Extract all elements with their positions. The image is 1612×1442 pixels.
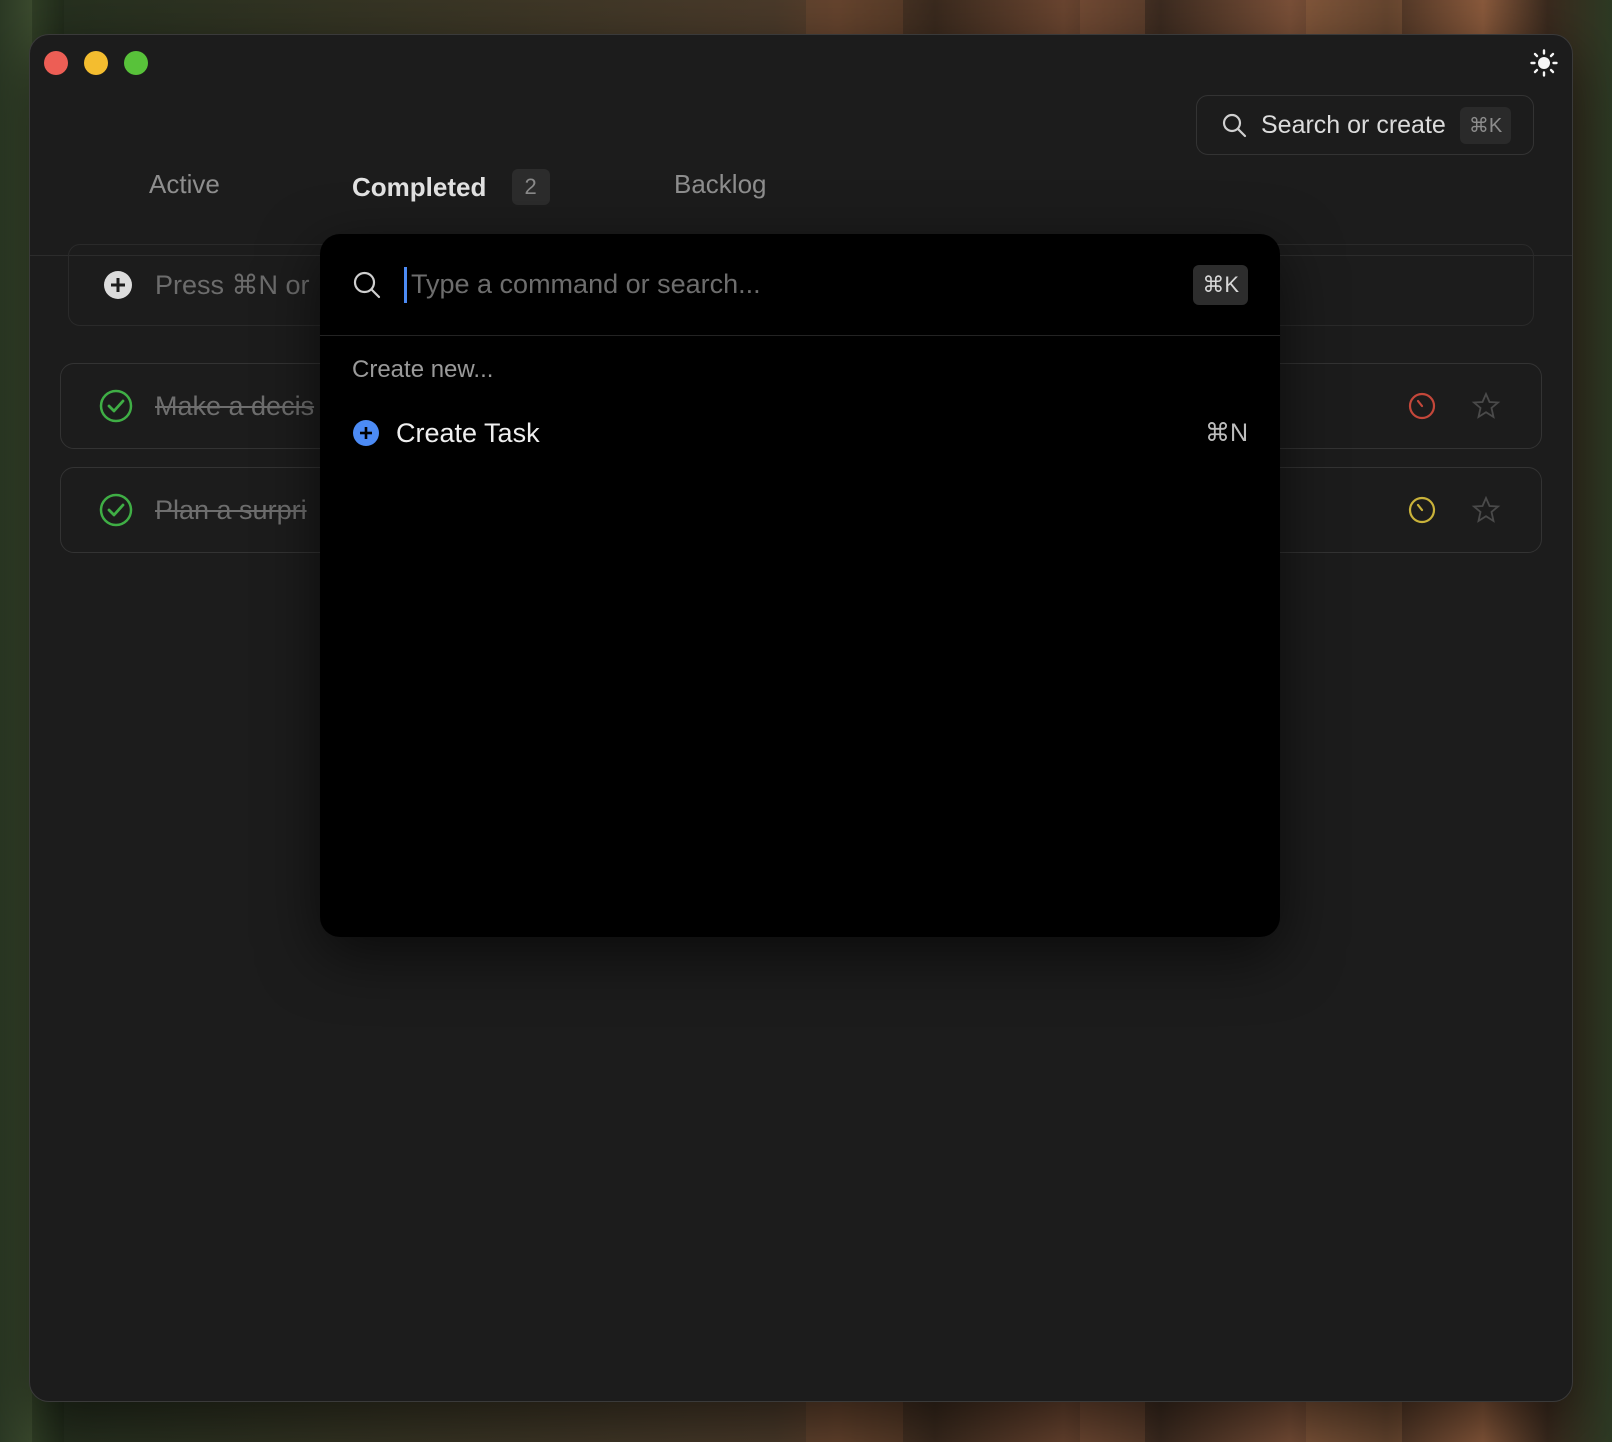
tab-completed-label: Completed [352,172,487,202]
tab-backlog[interactable]: Backlog [674,169,767,200]
close-button[interactable] [44,51,68,75]
search-icon [353,271,381,298]
create-task-label: Create Task [396,417,540,448]
minimize-button[interactable] [84,51,108,75]
command-palette-shortcut: ⌘K [1193,264,1248,305]
command-palette-header: ⌘K [320,234,1280,336]
zoom-button[interactable] [124,51,148,75]
tab-active[interactable]: Active [149,169,220,200]
tab-active-label: Active [149,169,220,199]
timer-icon[interactable] [1407,495,1437,525]
new-task-placeholder: Press ⌘N or [155,269,310,300]
command-search-input[interactable] [404,266,1180,303]
task-title: Plan a surpri [155,494,307,525]
plus-circle-icon [104,271,132,299]
task-title: Make a decis [155,390,315,421]
create-task-command[interactable]: Create Task ⌘N [320,398,1280,468]
completed-check-icon[interactable] [99,493,133,527]
tab-completed-count: 2 [511,169,550,205]
timer-icon[interactable] [1407,391,1437,421]
completed-check-icon[interactable] [99,389,133,423]
tab-completed[interactable]: Completed 2 [352,169,550,205]
window-controls [44,51,148,75]
star-icon[interactable] [1471,391,1501,421]
create-new-section-label: Create new... [352,356,494,383]
create-task-shortcut: ⌘N [1204,419,1248,447]
star-icon[interactable] [1471,495,1501,525]
task-actions [1407,391,1501,421]
tab-backlog-label: Backlog [674,169,767,199]
theme-toggle-button[interactable] [1526,45,1562,81]
command-palette: ⌘K Create new... Create Task ⌘N [320,234,1280,937]
plus-circle-icon [353,420,379,446]
sun-icon [1530,49,1558,77]
task-actions [1407,495,1501,525]
